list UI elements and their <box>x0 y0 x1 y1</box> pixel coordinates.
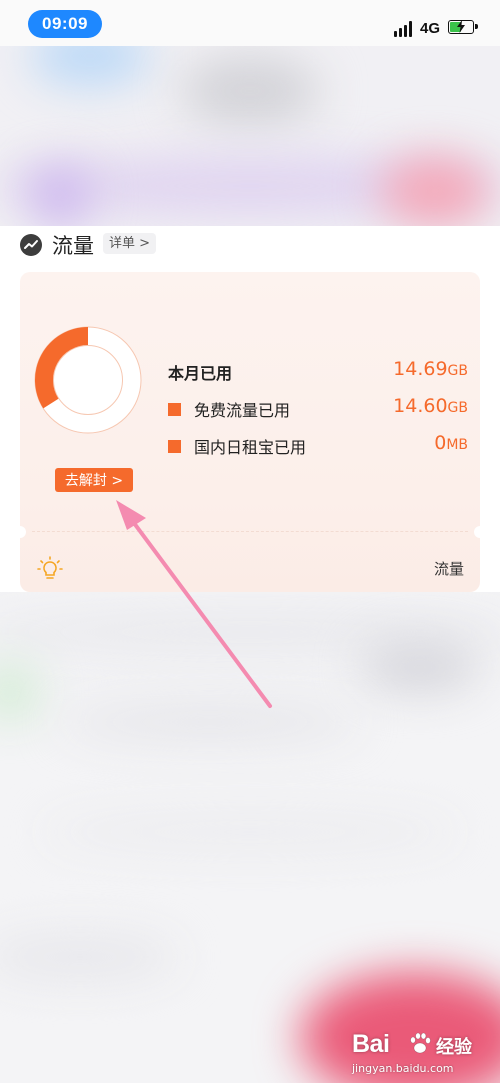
blurred-content <box>0 592 500 1083</box>
baidu-watermark: Bai 经验 jingyan.baidu.com <box>352 1028 482 1078</box>
watermark-brand-tail: 经验 <box>436 1037 472 1058</box>
total-usage-label: 本月已用 <box>168 364 233 383</box>
free-usage-row: 免费流量已用 14.60GB <box>168 395 468 421</box>
section-header: 流量 详单 > <box>0 226 500 272</box>
battery-icon <box>448 20 478 34</box>
detail-button[interactable]: 详单 > <box>103 233 157 254</box>
card-notch-left <box>20 526 26 538</box>
legend-square <box>168 440 181 453</box>
signal-icon <box>394 21 414 37</box>
paw-icon <box>410 1032 431 1054</box>
trend-icon <box>20 234 42 256</box>
watermark-url: jingyan.baidu.com <box>352 1062 454 1075</box>
charging-bolt-icon <box>457 20 465 33</box>
daily-pass-usage-value: 0MB <box>434 432 468 454</box>
daily-pass-usage-label: 国内日租宝已用 <box>194 438 307 457</box>
unseal-button[interactable]: 去解封 > <box>55 468 133 492</box>
status-bar: 09:09 4G <box>0 0 500 46</box>
blurred-banner <box>0 46 500 226</box>
lightbulb-icon <box>37 556 63 579</box>
free-usage-value: 14.60GB <box>393 395 468 417</box>
total-usage-value: 14.69GB <box>393 358 468 380</box>
watermark-brand: Bai <box>352 1030 390 1058</box>
usage-card-wrapper: 去解封 > 本月已用 14.69GB 免费流量已用 14.60GB 国内日租宝已… <box>0 272 500 592</box>
section-title: 流量 <box>52 234 94 258</box>
card-notch-right <box>474 526 480 538</box>
free-usage-label: 免费流量已用 <box>194 401 291 420</box>
network-type: 4G <box>420 20 441 37</box>
usage-donut-chart <box>34 326 142 434</box>
status-time: 09:09 <box>28 10 102 38</box>
divider <box>32 531 468 532</box>
usage-card: 去解封 > 本月已用 14.69GB 免费流量已用 14.60GB 国内日租宝已… <box>20 272 480 592</box>
daily-pass-usage-row: 国内日租宝已用 0MB <box>168 432 468 458</box>
legend-square <box>168 403 181 416</box>
tip-label[interactable]: 流量 <box>434 558 464 579</box>
total-usage-row: 本月已用 14.69GB <box>168 358 468 384</box>
